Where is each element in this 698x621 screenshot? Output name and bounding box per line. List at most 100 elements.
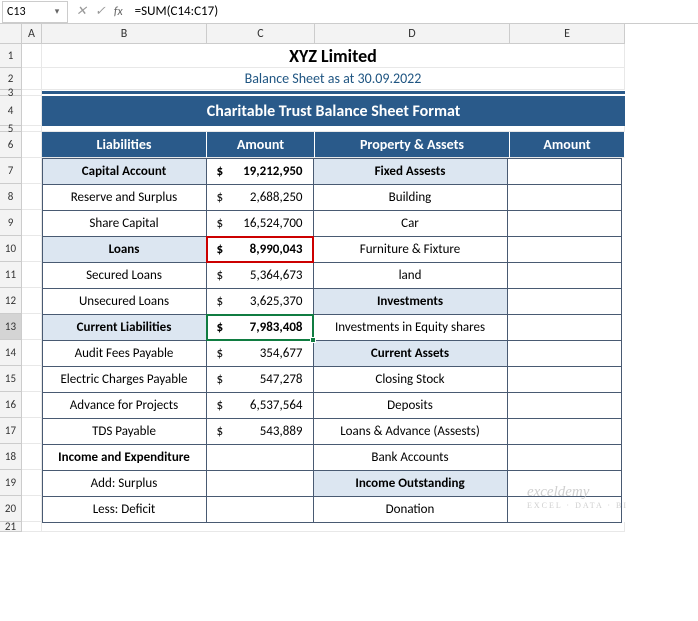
liability-cell[interactable]: Secured Loans <box>42 262 207 289</box>
name-box[interactable]: C13 ▾ <box>2 1 68 23</box>
asset-cell[interactable]: Deposits <box>313 392 508 419</box>
asset-cell[interactable]: land <box>313 262 508 289</box>
cell[interactable] <box>22 314 42 340</box>
cell[interactable] <box>22 132 42 158</box>
amount2-cell[interactable] <box>507 236 622 263</box>
amount-cell[interactable]: $543,889 <box>206 418 314 445</box>
cell[interactable] <box>22 68 42 90</box>
amount-cell[interactable] <box>206 444 314 471</box>
amount-cell[interactable]: $3,625,370 <box>206 288 314 315</box>
amount2-cell[interactable] <box>507 158 622 185</box>
row-header[interactable]: 10 <box>0 236 22 262</box>
cell[interactable] <box>22 210 42 236</box>
cell[interactable] <box>22 444 42 470</box>
cell[interactable] <box>22 44 42 68</box>
header-liabilities[interactable]: Liabilities <box>42 132 207 158</box>
liability-cell[interactable]: Income and Expenditure <box>42 444 207 471</box>
liability-cell[interactable]: Electric Charges Payable <box>42 366 207 393</box>
amount-cell[interactable]: $19,212,950 <box>206 158 314 185</box>
row-header[interactable]: 1 <box>0 44 22 68</box>
amount-cell[interactable]: $2,688,250 <box>206 184 314 211</box>
liability-cell[interactable]: Capital Account <box>42 158 207 185</box>
header-amount2[interactable]: Amount <box>510 132 625 158</box>
col-header-d[interactable]: D <box>315 24 510 44</box>
col-header-e[interactable]: E <box>510 24 625 44</box>
asset-cell[interactable]: Building <box>313 184 508 211</box>
formula-input[interactable]: =SUM(C14:C17) <box>129 4 698 19</box>
amount-cell[interactable]: $8,990,043 <box>206 236 314 263</box>
fill-handle[interactable] <box>310 337 316 343</box>
row-header[interactable]: 9 <box>0 210 22 236</box>
cell[interactable] <box>22 158 42 184</box>
asset-cell[interactable]: Closing Stock <box>313 366 508 393</box>
liability-cell[interactable]: Less: Deficit <box>42 496 207 523</box>
row-header[interactable]: 11 <box>0 262 22 288</box>
asset-cell[interactable]: Investments <box>313 288 508 315</box>
row-header[interactable]: 16 <box>0 392 22 418</box>
company-title[interactable]: XYZ Limited <box>42 44 625 68</box>
asset-cell[interactable]: Furniture & Fixture <box>313 236 508 263</box>
row-header[interactable]: 7 <box>0 158 22 184</box>
cell[interactable] <box>22 236 42 262</box>
row-header[interactable]: 17 <box>0 418 22 444</box>
cancel-icon[interactable]: ✕ <box>76 4 87 19</box>
liability-cell[interactable]: TDS Payable <box>42 418 207 445</box>
subtitle[interactable]: Balance Sheet as at 30.09.2022 <box>42 68 625 90</box>
asset-cell[interactable]: Investments in Equity shares <box>313 314 508 341</box>
cell[interactable] <box>42 522 625 532</box>
fx-icon[interactable]: fx <box>114 5 123 19</box>
banner[interactable]: Charitable Trust Balance Sheet Format <box>42 96 625 126</box>
amount-cell[interactable]: $547,278 <box>206 366 314 393</box>
row-header[interactable]: 20 <box>0 496 22 522</box>
row-header[interactable]: 18 <box>0 444 22 470</box>
row-header[interactable]: 13 <box>0 314 22 340</box>
liability-cell[interactable]: Reserve and Surplus <box>42 184 207 211</box>
select-all-corner[interactable] <box>0 24 22 44</box>
liability-cell[interactable]: Current Liabilities <box>42 314 207 341</box>
col-header-a[interactable]: A <box>22 24 42 44</box>
cell[interactable] <box>22 340 42 366</box>
row-header[interactable]: 14 <box>0 340 22 366</box>
row-header[interactable]: 15 <box>0 366 22 392</box>
amount2-cell[interactable] <box>507 184 622 211</box>
amount-cell[interactable]: $16,524,700 <box>206 210 314 237</box>
check-icon[interactable]: ✓ <box>95 4 106 19</box>
asset-cell[interactable]: Income Outstanding <box>313 470 508 497</box>
amount-cell[interactable]: $5,364,673 <box>206 262 314 289</box>
cell[interactable] <box>22 392 42 418</box>
asset-cell[interactable]: Fixed Assests <box>313 158 508 185</box>
amount2-cell[interactable] <box>507 470 622 497</box>
row-header[interactable]: 12 <box>0 288 22 314</box>
header-amount1[interactable]: Amount <box>207 132 315 158</box>
amount-cell[interactable]: $6,537,564 <box>206 392 314 419</box>
cell[interactable] <box>22 96 42 126</box>
liability-cell[interactable]: Unsecured Loans <box>42 288 207 315</box>
amount2-cell[interactable] <box>507 340 622 367</box>
asset-cell[interactable]: Bank Accounts <box>313 444 508 471</box>
liability-cell[interactable]: Audit Fees Payable <box>42 340 207 367</box>
row-header[interactable]: 6 <box>0 132 22 158</box>
liability-cell[interactable]: Advance for Projects <box>42 392 207 419</box>
row-header[interactable]: 21 <box>0 522 22 532</box>
row-header[interactable]: 19 <box>0 470 22 496</box>
header-assets[interactable]: Property & Assets <box>315 132 510 158</box>
cell[interactable] <box>22 262 42 288</box>
liability-cell[interactable]: Loans <box>42 236 207 263</box>
amount-cell[interactable]: $354,677 <box>206 340 314 367</box>
cell[interactable] <box>22 496 42 522</box>
cell[interactable] <box>22 418 42 444</box>
amount2-cell[interactable] <box>507 418 622 445</box>
asset-cell[interactable]: Donation <box>313 496 508 523</box>
col-header-b[interactable]: B <box>42 24 207 44</box>
amount2-cell[interactable] <box>507 366 622 393</box>
asset-cell[interactable]: Current Assets <box>313 340 508 367</box>
cell[interactable] <box>22 184 42 210</box>
amount2-cell[interactable] <box>507 314 622 341</box>
amount-cell[interactable] <box>206 470 314 497</box>
col-header-c[interactable]: C <box>207 24 315 44</box>
amount2-cell[interactable] <box>507 288 622 315</box>
cell[interactable] <box>22 470 42 496</box>
amount2-cell[interactable] <box>507 262 622 289</box>
asset-cell[interactable]: Car <box>313 210 508 237</box>
row-header[interactable]: 8 <box>0 184 22 210</box>
